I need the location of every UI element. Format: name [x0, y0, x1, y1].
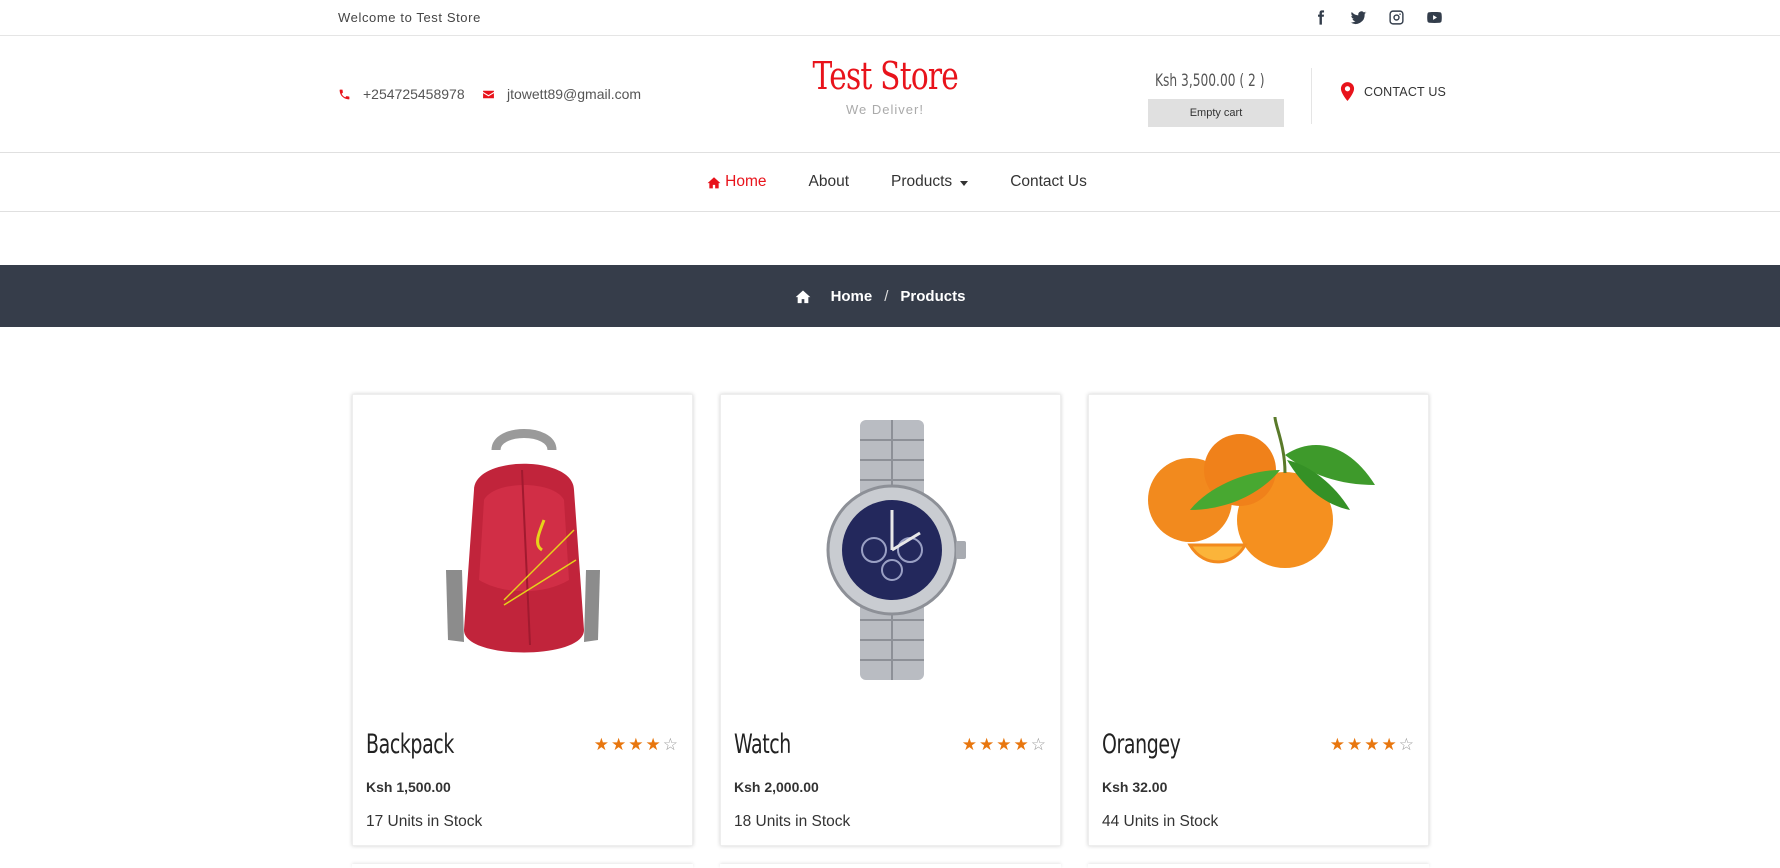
phone-contact[interactable]: +254725458978 [338, 86, 465, 102]
next-row-card [352, 864, 693, 868]
home-icon [795, 290, 810, 303]
product-name[interactable]: Backpack [366, 729, 454, 760]
contact-us-label: CONTACT US [1364, 84, 1447, 99]
brand-title: Test Store [812, 54, 958, 98]
social-links [1308, 5, 1446, 29]
phone-icon [339, 89, 350, 99]
cart-widget: Ksh 3,500.00 ( 2 ) Empty cart [1148, 68, 1284, 127]
watch-image[interactable] [721, 405, 1062, 695]
product-stock: 18 Units in Stock [734, 813, 851, 830]
nav-home-label: Home [725, 173, 767, 190]
product-card-watch[interactable]: Watch ★★★★☆ Ksh 2,000.00 18 Units in Sto… [720, 394, 1061, 846]
breadcrumb-separator: / [884, 287, 889, 305]
star-filled-icon: ★ [961, 735, 979, 754]
next-row-card [1088, 864, 1429, 868]
breadcrumb-home[interactable]: Home [831, 288, 873, 305]
breadcrumb-current: Products [900, 287, 966, 305]
product-card-orangey[interactable]: Orangey ★★★★☆ Ksh 32.00 44 Units in Stoc… [1088, 394, 1429, 846]
nav-item-home[interactable]: Home [707, 173, 767, 191]
star-filled-icon: ★ [628, 735, 646, 754]
twitter-icon[interactable] [1346, 5, 1370, 29]
brand-tagline: We Deliver! [846, 102, 924, 117]
rating-stars: ★★★★☆ [962, 735, 1048, 755]
backpack-image[interactable] [353, 405, 694, 695]
contact-us-link[interactable]: CONTACT US [1340, 82, 1446, 101]
star-filled-icon: ★ [996, 735, 1014, 754]
nav-item-products[interactable]: Products [891, 173, 969, 191]
header-divider [1311, 68, 1312, 124]
star-empty-icon: ☆ [1398, 735, 1416, 754]
product-name[interactable]: Watch [734, 729, 791, 760]
product-price: Ksh 2,000.00 [734, 779, 819, 795]
product-stock: 44 Units in Stock [1102, 813, 1219, 830]
nav-item-about[interactable]: About [809, 173, 850, 191]
star-filled-icon: ★ [645, 735, 663, 754]
welcome-text: Welcome to Test Store [338, 10, 481, 25]
star-filled-icon: ★ [1381, 735, 1399, 754]
youtube-icon[interactable] [1422, 5, 1446, 29]
facebook-icon[interactable] [1308, 5, 1332, 29]
product-name[interactable]: Orangey [1102, 729, 1181, 760]
star-filled-icon: ★ [1329, 735, 1347, 754]
site-header: +254725458978 jtowett89@gmail.com Test S… [0, 36, 1780, 153]
email-contact[interactable]: jtowett89@gmail.com [482, 86, 641, 102]
email-address: jtowett89@gmail.com [507, 86, 642, 102]
star-empty-icon: ☆ [662, 735, 680, 754]
home-icon [707, 176, 721, 188]
brand-logo[interactable]: Test Store We Deliver! [760, 52, 1010, 117]
instagram-icon[interactable] [1384, 5, 1408, 29]
rating-stars: ★★★★☆ [1330, 735, 1416, 755]
cart-amount: Ksh 3,500.00 ( 2 ) [1155, 71, 1265, 91]
nav-products-label: Products [891, 173, 953, 190]
product-price: Ksh 32.00 [1102, 779, 1168, 795]
main-nav: Home About Products Contact Us [0, 153, 1780, 212]
rating-stars: ★★★★☆ [594, 735, 680, 755]
next-row-card [720, 864, 1061, 868]
cart-summary[interactable]: Ksh 3,500.00 ( 2 ) [1148, 68, 1284, 94]
top-bar: Welcome to Test Store [0, 0, 1780, 36]
breadcrumb: Home / Products [0, 265, 1780, 327]
caret-down-icon [960, 180, 969, 186]
nav-item-contact[interactable]: Contact Us [1010, 173, 1087, 191]
product-stock: 17 Units in Stock [366, 813, 483, 830]
star-filled-icon: ★ [979, 735, 997, 754]
star-filled-icon: ★ [593, 735, 611, 754]
empty-cart-button[interactable]: Empty cart [1148, 99, 1284, 127]
star-filled-icon: ★ [1013, 735, 1031, 754]
envelope-icon [483, 90, 494, 98]
star-filled-icon: ★ [1364, 735, 1382, 754]
nav-about-label: About [808, 173, 850, 190]
oranges-image[interactable] [1089, 405, 1430, 695]
nav-contact-label: Contact Us [1010, 173, 1087, 190]
star-empty-icon: ☆ [1030, 735, 1048, 754]
star-filled-icon: ★ [611, 735, 629, 754]
product-price: Ksh 1,500.00 [366, 779, 451, 795]
product-card-backpack[interactable]: Backpack ★★★★☆ Ksh 1,500.00 17 Units in … [352, 394, 693, 846]
map-pin-icon [1340, 82, 1355, 101]
phone-number: +254725458978 [363, 86, 465, 102]
star-filled-icon: ★ [1347, 735, 1365, 754]
